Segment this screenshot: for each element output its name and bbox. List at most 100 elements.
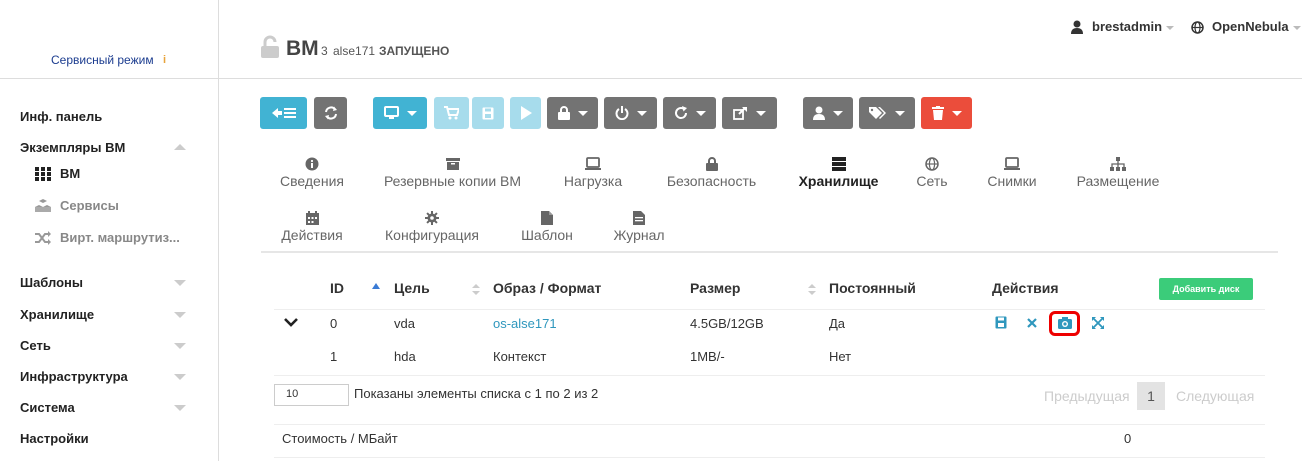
close-icon[interactable] <box>1027 318 1037 328</box>
expand-icon[interactable] <box>1092 317 1104 329</box>
disk-persistent: Да <box>829 316 846 331</box>
chevron-down-icon <box>951 110 962 116</box>
tab-security[interactable]: Безопасность <box>660 157 763 189</box>
nav-virtual-routers[interactable]: Вирт. маршрутиз... <box>60 230 180 245</box>
chevron-up-icon[interactable] <box>174 144 186 150</box>
pagination-next[interactable]: Следующая <box>1176 388 1254 404</box>
list-back-icon <box>271 108 296 118</box>
tab-storage[interactable]: Хранилище <box>795 157 882 189</box>
chevron-down-icon[interactable] <box>174 280 186 286</box>
nav-dashboard[interactable]: Инф. панель <box>20 109 102 124</box>
page-header: ВМ 3 alse171 ЗАПУЩЕНО brestadmin OpenNeb… <box>219 0 1302 79</box>
save-as-button[interactable] <box>472 97 504 129</box>
globe-icon <box>1191 21 1204 37</box>
repeat-icon <box>674 106 687 119</box>
sidebar: Сервисный режим i Инф. панель Экземпляры… <box>0 0 219 461</box>
pagination-previous[interactable]: Предыдущая <box>1044 388 1130 404</box>
tab-configuration[interactable]: Конфигурация <box>379 211 485 243</box>
tab-label: Шаблон <box>521 227 573 243</box>
lock-dropdown-button[interactable] <box>547 97 598 129</box>
tab-label: Размещение <box>1076 173 1160 189</box>
chevron-down-icon[interactable] <box>284 318 298 328</box>
sort-icon <box>808 291 816 295</box>
tab-placement[interactable]: Размещение <box>1072 157 1164 189</box>
cart-button[interactable] <box>434 97 469 129</box>
page-length-select[interactable]: 10 <box>274 384 349 406</box>
info-icon[interactable]: i <box>163 54 166 66</box>
info-circle-icon <box>305 157 319 171</box>
chevron-down-icon <box>695 110 706 116</box>
refresh-button[interactable] <box>314 97 347 129</box>
unlock-icon[interactable] <box>259 35 281 62</box>
zone-menu[interactable]: OpenNebula <box>1212 19 1301 34</box>
tab-template[interactable]: Шаблон <box>516 211 578 243</box>
column-header-image[interactable]: Образ / Формат <box>493 280 601 296</box>
power-dropdown-button[interactable] <box>604 97 657 129</box>
tab-snapshots[interactable]: Снимки <box>983 157 1041 189</box>
chevron-down-icon[interactable] <box>174 312 186 318</box>
pagination-current-page[interactable]: 1 <box>1137 382 1165 410</box>
user-icon <box>813 106 825 120</box>
console-dropdown-button[interactable] <box>373 97 427 129</box>
database-icon <box>831 157 846 171</box>
tab-network[interactable]: Сеть <box>912 157 952 189</box>
tab-label: Хранилище <box>798 173 879 189</box>
disk-id: 1 <box>330 349 338 364</box>
sort-icon <box>808 284 816 288</box>
nav-templates[interactable]: Шаблоны <box>20 275 83 290</box>
cost-label: Стоимость / МБайт <box>282 431 398 446</box>
nav-vms[interactable]: ВМ <box>60 166 80 181</box>
owner-dropdown-button[interactable] <box>803 97 853 129</box>
nav-settings[interactable]: Настройки <box>20 431 89 446</box>
tab-info[interactable]: Сведения <box>277 157 347 189</box>
play-icon <box>520 106 532 120</box>
nav-storage[interactable]: Хранилище <box>20 307 94 322</box>
disk-size: 4.5GB/12GB <box>690 316 764 331</box>
nav-infrastructure[interactable]: Инфраструктура <box>20 369 128 384</box>
chevron-down-icon[interactable] <box>174 343 186 349</box>
save-icon <box>482 107 494 119</box>
chevron-down-icon[interactable] <box>174 405 186 411</box>
tab-capacity[interactable]: Нагрузка <box>558 157 628 189</box>
column-header-actions: Действия <box>992 280 1059 296</box>
share-dropdown-button[interactable] <box>722 97 777 129</box>
row-divider <box>274 309 1265 310</box>
column-header-target[interactable]: Цель <box>394 280 430 296</box>
column-header-size[interactable]: Размер <box>690 280 740 296</box>
nav-network[interactable]: Сеть <box>20 338 51 353</box>
grid-icon <box>34 166 52 182</box>
tab-log[interactable]: Журнал <box>609 211 669 243</box>
laptop-icon <box>585 157 601 170</box>
play-button[interactable] <box>510 97 541 129</box>
back-button[interactable] <box>260 97 307 129</box>
tab-actions[interactable]: Действия <box>277 211 347 243</box>
highlight-box <box>1049 311 1080 336</box>
calendar-icon <box>305 211 319 225</box>
table-info: Показаны элементы списка с 1 по 2 из 2 <box>354 386 599 401</box>
nav-vm-instances[interactable]: Экземпляры ВМ <box>20 140 125 155</box>
vm-name: alse171 <box>333 44 376 58</box>
column-header-id[interactable]: ID <box>330 280 344 296</box>
add-disk-button[interactable]: Добавить диск <box>1159 278 1253 300</box>
power-icon <box>615 106 628 120</box>
column-header-persistent[interactable]: Постоянный <box>829 280 916 296</box>
nav-services[interactable]: Сервисы <box>60 198 119 213</box>
user-name: brestadmin <box>1092 19 1163 34</box>
disk-image-link[interactable]: os-alse171 <box>493 316 557 331</box>
chevron-down-icon[interactable] <box>174 374 186 380</box>
tabs-divider <box>261 251 1278 253</box>
labels-dropdown-button[interactable] <box>859 97 915 129</box>
tab-label: Снимки <box>987 173 1037 189</box>
tab-backups[interactable]: Резервные копии ВМ <box>378 157 527 189</box>
service-mode-label[interactable]: Сервисный режим <box>51 53 154 67</box>
lock-icon <box>705 157 718 171</box>
reboot-dropdown-button[interactable] <box>663 97 716 129</box>
user-menu[interactable]: brestadmin <box>1092 19 1175 34</box>
tags-icon <box>869 107 886 119</box>
delete-dropdown-button[interactable] <box>921 97 972 129</box>
chevron-down-icon <box>1166 25 1175 30</box>
file-icon <box>541 211 553 225</box>
row-divider <box>274 424 1265 425</box>
save-icon[interactable] <box>995 316 1007 329</box>
nav-system[interactable]: Система <box>20 400 75 415</box>
